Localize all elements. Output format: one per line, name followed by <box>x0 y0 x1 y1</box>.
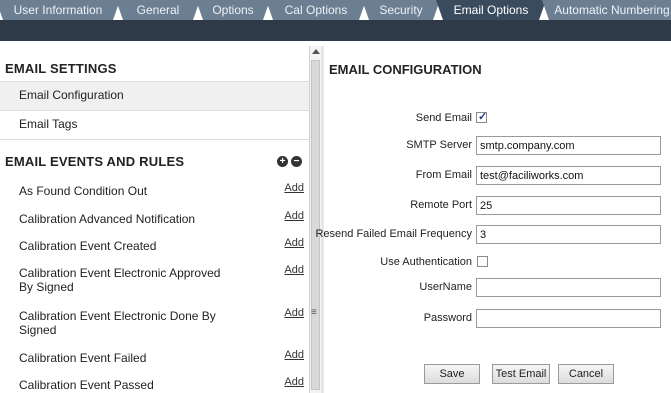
list-item: Calibration Event Failed Add <box>0 349 309 375</box>
divider <box>0 139 309 140</box>
splitter-grip-icon[interactable]: ≡ <box>311 307 317 318</box>
nav-item-email-configuration[interactable]: Email Configuration <box>0 82 309 110</box>
scroll-up-arrow-icon[interactable] <box>312 49 320 54</box>
from-email-input[interactable] <box>476 166 661 185</box>
list-item: Calibration Event Electronic Done By Sig… <box>0 307 309 341</box>
resend-frequency-input[interactable] <box>476 225 661 244</box>
rule-label: Calibration Event Electronic Done By Sig… <box>19 309 216 337</box>
send-email-checkbox[interactable] <box>476 110 487 123</box>
add-rule-link[interactable]: Add <box>284 210 304 222</box>
resend-frequency-label: Resend Failed Email Frequency <box>315 228 472 240</box>
rule-label: Calibration Event Electronic Approved By… <box>19 266 221 294</box>
remote-port-input[interactable] <box>476 196 661 215</box>
nav-item-label: Email Tags <box>19 117 78 131</box>
list-item: Calibration Advanced Notification Add <box>0 210 309 236</box>
send-email-label: Send Email <box>415 112 472 124</box>
left-pane-scrollbar[interactable] <box>309 46 321 393</box>
tab-general[interactable]: General <box>116 0 200 20</box>
rule-label: As Found Condition Out <box>19 184 148 198</box>
list-item: Calibration Event Electronic Approved By… <box>0 264 309 298</box>
tab-user-information[interactable]: User Information <box>0 0 120 20</box>
tab-options[interactable]: Options <box>196 0 270 20</box>
list-item: As Found Condition Out Add <box>0 182 309 208</box>
use-authentication-checkbox[interactable] <box>477 256 488 267</box>
password-input[interactable] <box>476 309 661 328</box>
cancel-button[interactable]: Cancel <box>558 364 614 384</box>
tab-cal-options[interactable]: Cal Options <box>266 0 366 20</box>
tab-bar: User Information General Options Cal Opt… <box>0 0 671 22</box>
rule-label: Calibration Event Created <box>19 239 157 253</box>
save-button[interactable]: Save <box>424 364 480 384</box>
add-rule-link[interactable]: Add <box>284 349 304 361</box>
password-label: Password <box>423 312 472 324</box>
nav-item-email-tags[interactable]: Email Tags <box>0 111 309 139</box>
from-email-label: From Email <box>415 169 472 181</box>
add-rule-link[interactable]: Add <box>284 264 304 276</box>
add-rule-link[interactable]: Add <box>284 307 304 319</box>
nav-item-label: Email Configuration <box>19 88 124 102</box>
tab-email-options[interactable]: Email Options <box>436 0 546 20</box>
remote-port-label: Remote Port <box>410 199 472 211</box>
list-item: Calibration Event Passed Add <box>0 376 309 393</box>
email-settings-heading: EMAIL SETTINGS <box>5 61 117 76</box>
rule-label: Calibration Advanced Notification <box>19 212 196 226</box>
add-rule-link[interactable]: Add <box>284 182 304 194</box>
list-item: Calibration Event Created Add <box>0 237 309 263</box>
test-email-button[interactable]: Test Email <box>492 364 550 384</box>
use-authentication-label: Use Authentication <box>380 256 472 268</box>
tab-security[interactable]: Security <box>362 0 440 20</box>
username-label: UserName <box>419 281 472 293</box>
collapse-all-icon[interactable]: − <box>291 156 302 167</box>
add-rule-link[interactable]: Add <box>284 376 304 388</box>
smtp-server-input[interactable] <box>476 136 661 155</box>
rule-label: Calibration Event Passed <box>19 378 154 392</box>
tab-content-bar <box>0 20 671 41</box>
scroll-thumb[interactable] <box>311 60 320 390</box>
page-title: EMAIL CONFIGURATION <box>329 62 482 77</box>
email-configuration-panel: EMAIL CONFIGURATION Send Email SMTP Serv… <box>315 46 671 393</box>
email-events-heading: EMAIL EVENTS AND RULES <box>5 154 185 169</box>
smtp-server-label: SMTP Server <box>406 139 472 151</box>
add-rule-link[interactable]: Add <box>284 237 304 249</box>
tab-automatic-numbering[interactable]: Automatic Numbering <box>542 0 671 20</box>
rule-label: Calibration Event Failed <box>19 351 147 365</box>
expand-all-icon[interactable]: + <box>277 156 288 167</box>
username-input[interactable] <box>476 278 661 297</box>
settings-nav-pane: EMAIL SETTINGS Email Configuration Email… <box>0 46 310 393</box>
